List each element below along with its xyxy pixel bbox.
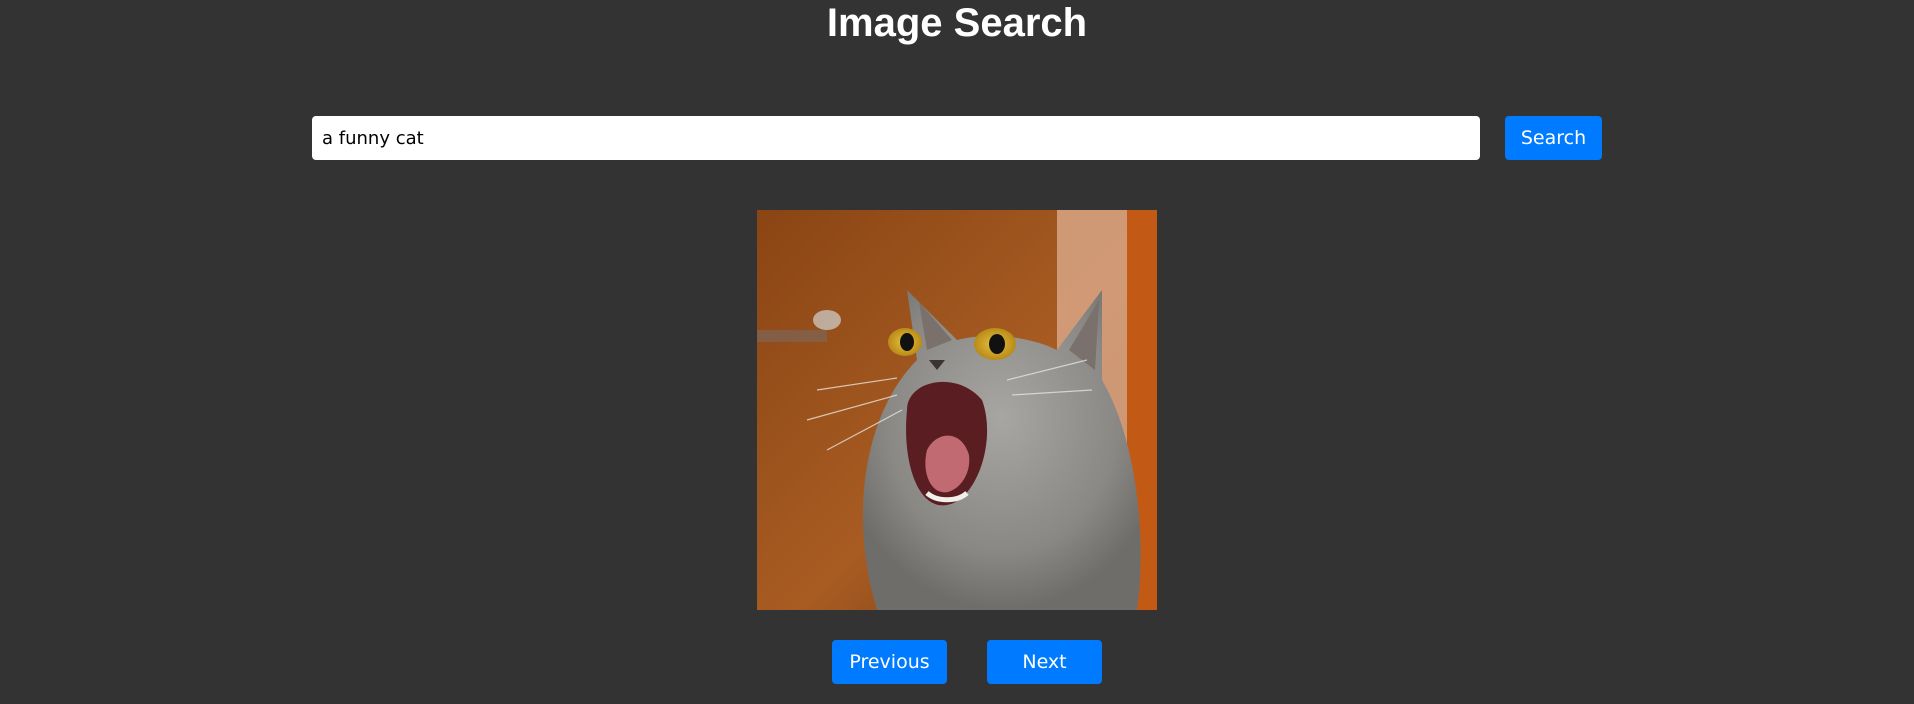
next-button[interactable]: Next	[987, 640, 1102, 684]
search-input[interactable]	[312, 116, 1480, 160]
previous-button[interactable]: Previous	[832, 640, 947, 684]
result-image	[757, 210, 1157, 610]
search-button[interactable]: Search	[1505, 116, 1602, 160]
page-title: Image Search	[826, 1, 1088, 45]
